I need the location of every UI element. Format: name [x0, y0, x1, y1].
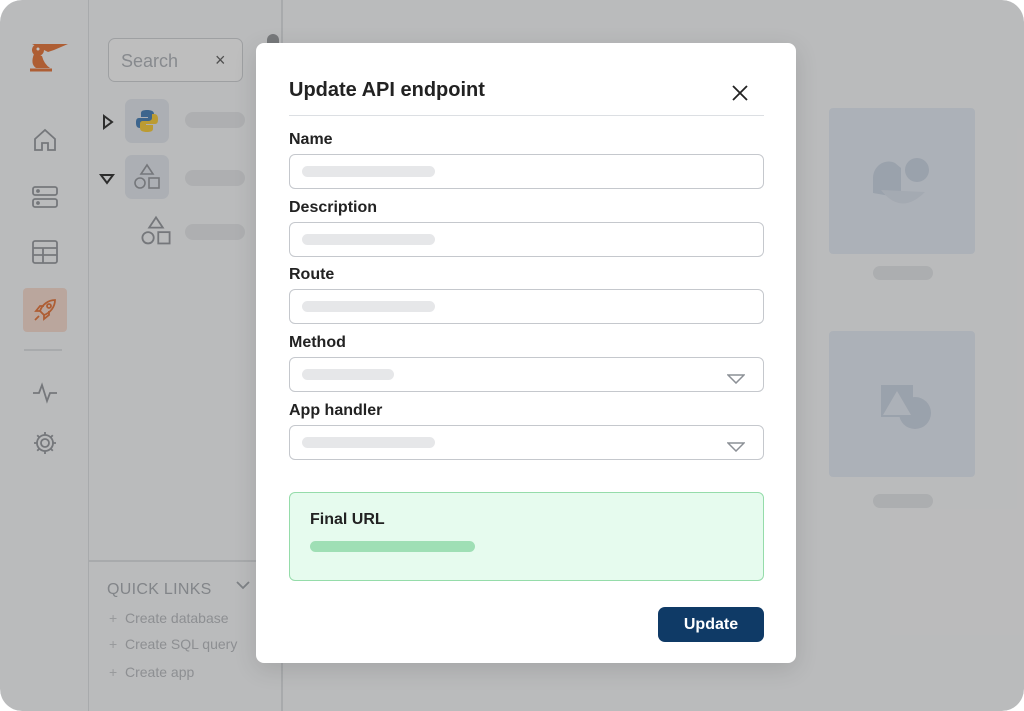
description-label: Description: [289, 199, 378, 216]
description-input[interactable]: [289, 222, 764, 257]
final-url-panel: Final URL: [289, 492, 764, 581]
update-button[interactable]: Update: [658, 607, 764, 642]
route-input[interactable]: [289, 289, 764, 324]
chevron-down-icon: [726, 371, 746, 389]
chevron-down-icon: [726, 439, 746, 457]
name-input[interactable]: [289, 154, 764, 189]
final-url-label: Final URL: [310, 511, 385, 528]
name-label: Name: [289, 131, 333, 148]
dialog-title: Update API endpoint: [289, 79, 485, 101]
method-placeholder: [302, 369, 394, 380]
app-handler-label: App handler: [289, 402, 383, 419]
method-select[interactable]: [289, 357, 764, 392]
dialog-divider: [289, 115, 764, 116]
final-url-value: [310, 541, 475, 552]
description-placeholder: [302, 234, 435, 245]
close-button[interactable]: [728, 81, 752, 105]
route-label: Route: [289, 266, 335, 283]
close-icon: [732, 85, 748, 101]
name-placeholder: [302, 166, 435, 177]
update-endpoint-dialog: Update API endpoint Name Description Rou…: [256, 43, 796, 663]
method-label: Method: [289, 334, 346, 351]
app-handler-placeholder: [302, 437, 435, 448]
route-placeholder: [302, 301, 435, 312]
app-handler-select[interactable]: [289, 425, 764, 460]
